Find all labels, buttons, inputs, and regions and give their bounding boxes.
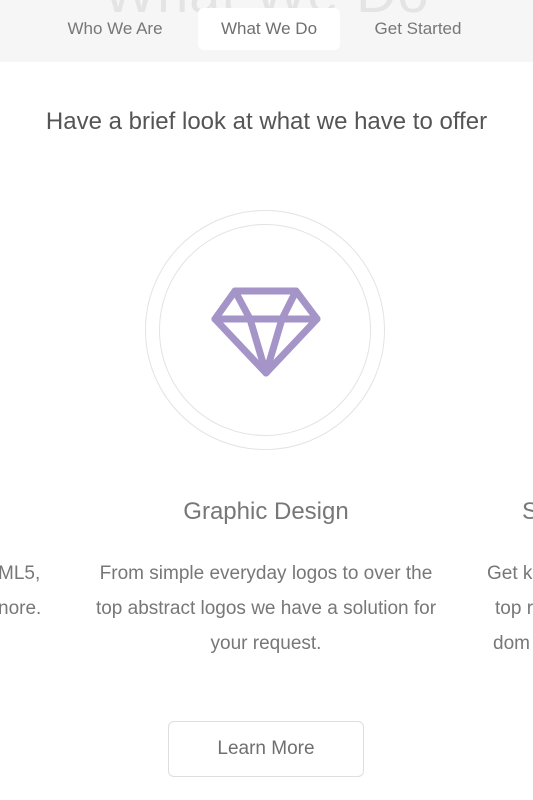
right-card-title-fragment: S [522,498,533,525]
card-title: Graphic Design [183,498,349,525]
section-subtitle: Have a brief look at what we have to off… [45,108,488,135]
card-description: From simple everyday logos to over the t… [95,563,437,654]
right-card-description-fragment: Get k top r dom [487,556,533,661]
section-tabs: Who We Are What We Do Get Started [0,8,533,52]
tab-what-we-do[interactable]: What We Do [198,8,340,50]
top-navigation-bar: What We Do Who We Are What We Do Get Sta… [0,0,533,62]
right-card-line: dom [493,633,530,654]
tab-get-started[interactable]: Get Started [356,8,480,50]
left-card-line: ML5, [0,563,41,584]
learn-more-button[interactable]: Learn More [168,721,364,777]
left-card-description-fragment: ML5, nore. [0,556,58,626]
diamond-icon [211,287,321,377]
left-card-line: nore. [0,598,42,619]
tab-who-we-are[interactable]: Who We Are [52,8,178,50]
right-card-line: Get k [487,563,533,584]
right-card-line: top r [495,598,533,619]
